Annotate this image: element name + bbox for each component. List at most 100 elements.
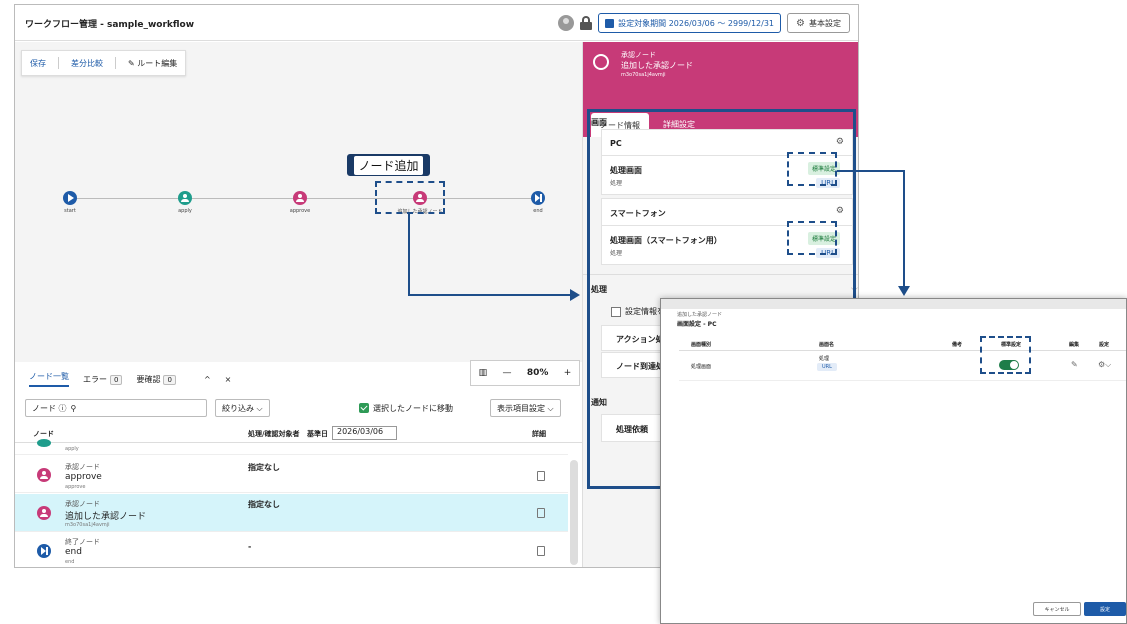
dialog-table-row: 処理画面 処理 URL ✎ ⚙⌵: [679, 351, 1126, 381]
node-type: 終了ノード: [65, 538, 100, 546]
edit-icon[interactable]: ✎: [1071, 360, 1078, 369]
node-type: 承認ノード: [65, 500, 100, 508]
basic-settings-button[interactable]: ⚙ 基本設定: [787, 13, 850, 33]
gear-icon[interactable]: ⚙⌵: [1098, 360, 1111, 370]
dialog-title: 画面設定 - PC: [677, 321, 717, 328]
node-target: 指定なし: [248, 500, 280, 509]
lock-icon[interactable]: [580, 16, 593, 30]
node-name: 追加した承認ノード: [65, 512, 147, 522]
end-icon: [531, 191, 545, 205]
added-node-highlight: [375, 181, 445, 214]
panel-node-name: 追加した承認ノード: [621, 61, 693, 70]
col-screen-name: 画面名: [819, 342, 835, 348]
node-name: approve: [65, 472, 102, 482]
collapse-button[interactable]: ^: [204, 375, 211, 384]
basic-settings-label: 基本設定: [809, 18, 841, 28]
cancel-button[interactable]: キャンセル: [1033, 602, 1081, 616]
node-label: end: [533, 208, 543, 214]
toggle-highlight: [980, 336, 1031, 374]
search-prefix: ノード ⓘ: [32, 403, 67, 413]
person-icon: [37, 439, 51, 447]
ok-button[interactable]: 設定: [1084, 602, 1126, 616]
error-count: 0: [110, 374, 123, 385]
screen-settings-dialog: 追加した承認ノード 画面設定 - PC 画面種別 画面名 備考 標準設定 編集 …: [660, 298, 1127, 624]
arrow-line: [903, 170, 905, 286]
node-code: m3o70sa1j4avmji: [65, 522, 110, 528]
table-row[interactable]: 承認ノード approve approve 指定なし: [15, 457, 568, 493]
node-label: approve: [289, 208, 311, 214]
node-type: 承認ノード: [65, 463, 100, 471]
col-screen-type: 画面種別: [691, 342, 712, 348]
node-search-input[interactable]: ノード ⓘ ⚲: [25, 399, 207, 417]
route-edit-label: ルート編集: [137, 58, 178, 68]
table-row-selected[interactable]: 承認ノード 追加した承認ノード m3o70sa1j4avmji 指定なし: [15, 494, 568, 532]
node-code: apply: [65, 446, 79, 452]
flow-node-approve[interactable]: approve: [285, 191, 315, 214]
pc-std-highlight: [787, 152, 837, 186]
arrow-line: [837, 170, 905, 172]
arrow-head-icon: [570, 289, 580, 301]
toolbar-divider: [58, 57, 59, 69]
diff-button[interactable]: 差分比較: [71, 58, 103, 69]
sp-std-highlight: [787, 221, 837, 255]
table-row[interactable]: apply: [15, 439, 568, 455]
col-node: ノード: [33, 430, 54, 438]
panel-node-code: m3o70sa1j4avmji: [621, 72, 666, 78]
flow-toolbar: 保存 差分比較 ✎ ルート編集: [21, 50, 187, 76]
node-code: approve: [65, 484, 86, 490]
arrow-head-icon: [898, 286, 910, 296]
row-url-badge[interactable]: URL: [817, 363, 837, 371]
app-title: ワークフロー管理 - sample_workflow: [25, 20, 195, 30]
node-name: end: [65, 547, 82, 557]
arrow-line: [408, 294, 570, 296]
user-avatar-icon[interactable]: [558, 15, 575, 31]
gear-icon: ⚙: [796, 17, 805, 29]
detail-doc-icon[interactable]: [537, 508, 545, 518]
col-setting: 設定: [1099, 342, 1110, 348]
narrow-button[interactable]: 絞り込み ⌵: [215, 399, 270, 417]
person-icon: [37, 506, 51, 520]
close-button[interactable]: ×: [225, 375, 232, 384]
row-screen-name: 処理: [819, 356, 830, 362]
detail-doc-icon[interactable]: [537, 471, 545, 481]
flow-node-start[interactable]: start: [55, 191, 85, 214]
dialog-top-strip: [661, 299, 1126, 309]
row-screen-type: 処理画面: [691, 364, 712, 370]
col-date-label: 基準日: [307, 430, 328, 438]
detail-doc-icon[interactable]: [537, 546, 545, 556]
node-label: start: [64, 208, 76, 214]
edit-icon: ✎: [128, 58, 138, 68]
bottom-tab-bar: ノード一覧 エラー 0 要確認 0 ^ ×: [15, 367, 582, 391]
arrow-line: [408, 214, 410, 296]
panel-node-type: 承認ノード: [621, 51, 656, 59]
tab-node-list[interactable]: ノード一覧: [29, 371, 69, 387]
flow-node-end[interactable]: end: [523, 191, 553, 214]
person-icon: [593, 54, 609, 70]
person-icon: [293, 191, 307, 205]
callout-text: ノード追加: [354, 155, 423, 175]
table-row[interactable]: 終了ノード end end -: [15, 532, 568, 567]
person-icon: [178, 191, 192, 205]
checkbox-checked-icon: [359, 403, 369, 413]
node-target: 指定なし: [248, 463, 280, 472]
add-node-callout: ノード追加: [347, 154, 430, 176]
display-settings-button[interactable]: 表示項目設定 ⌵: [490, 399, 561, 417]
table-scrollbar[interactable]: [570, 460, 578, 565]
node-table-header: ノード 処理/確認対象者 基準日 2026/03/06 詳細: [15, 423, 582, 443]
period-button[interactable]: 設定対象期間 2026/03/06 ～ 2999/12/31: [598, 13, 782, 33]
tab-error-label: エラー: [83, 374, 107, 384]
top-bar: ワークフロー管理 - sample_workflow 設定対象期間 2026/0…: [15, 5, 858, 41]
dialog-node-name: 追加した承認ノード: [677, 312, 723, 318]
flow-node-apply[interactable]: apply: [170, 191, 200, 214]
filter-bar: ノード ⓘ ⚲ 絞り込み ⌵ 選択したノードに移動 表示項目設定 ⌵: [15, 397, 582, 419]
toolbar-divider: [115, 57, 116, 69]
tab-review[interactable]: 要確認 0: [136, 374, 176, 385]
route-edit-button[interactable]: ✎ ルート編集: [128, 58, 177, 69]
base-date-input[interactable]: 2026/03/06: [332, 426, 397, 440]
col-edit: 編集: [1069, 342, 1080, 348]
col-note: 備考: [952, 342, 963, 348]
tab-error[interactable]: エラー 0: [83, 374, 123, 385]
period-label: 設定対象期間 2026/03/06 ～ 2999/12/31: [618, 18, 775, 28]
move-to-selected-checkbox[interactable]: 選択したノードに移動: [353, 399, 459, 417]
save-button[interactable]: 保存: [30, 58, 46, 69]
